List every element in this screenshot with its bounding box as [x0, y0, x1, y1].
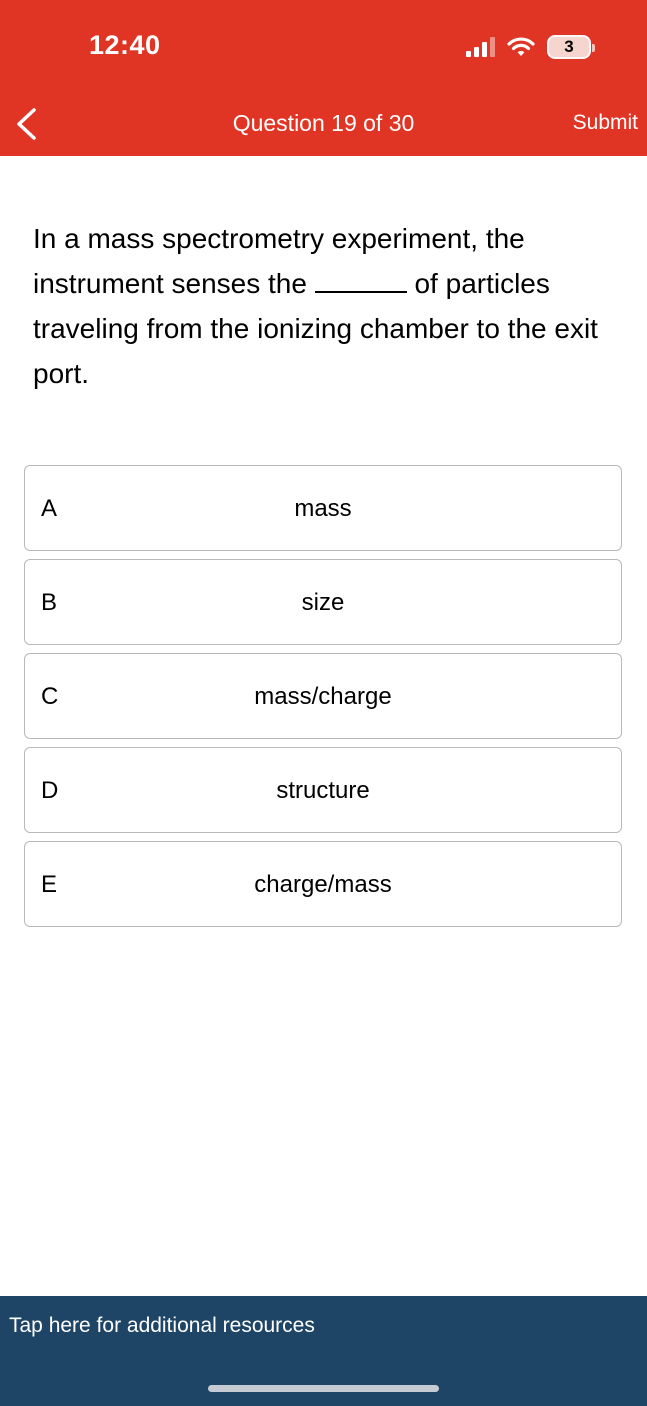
home-indicator[interactable]	[208, 1385, 439, 1392]
battery-level: 3	[564, 37, 574, 56]
option-text: size	[301, 589, 345, 616]
option-text: mass/charge	[254, 683, 392, 710]
status-icons: 3	[466, 34, 595, 60]
option-a[interactable]: A mass	[24, 465, 622, 551]
additional-resources-link[interactable]: Tap here for additional resources	[9, 1314, 315, 1338]
option-text: charge/mass	[254, 871, 392, 898]
question-text: In a mass spectrometry experiment, the i…	[33, 216, 603, 396]
option-e[interactable]: E charge/mass	[24, 841, 622, 927]
option-text: mass	[294, 495, 352, 522]
resources-footer: Tap here for additional resources	[0, 1296, 647, 1406]
signal-icon	[466, 37, 495, 57]
answer-blank	[314, 273, 407, 293]
option-text: structure	[276, 777, 370, 804]
option-c[interactable]: C mass/charge	[24, 653, 622, 739]
option-d[interactable]: D structure	[24, 747, 622, 833]
submit-button[interactable]: Submit	[573, 111, 638, 135]
wifi-icon	[507, 37, 535, 56]
battery-icon: 3	[547, 35, 595, 59]
option-b[interactable]: B size	[24, 559, 622, 645]
page-title: Question 19 of 30	[232, 110, 415, 136]
answer-options: A mass B size C mass/charge D structure …	[24, 465, 622, 935]
status-time: 12:40	[89, 30, 161, 60]
app-header: 12:40 3 Question 19 of 30 Submit	[0, 0, 647, 156]
